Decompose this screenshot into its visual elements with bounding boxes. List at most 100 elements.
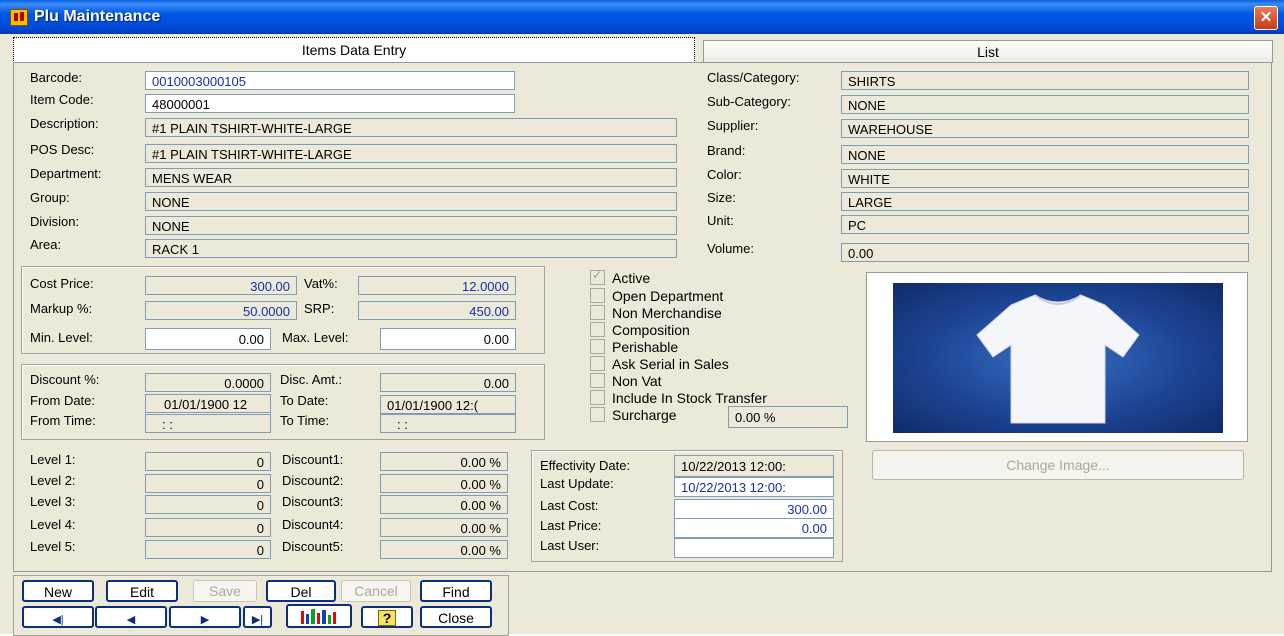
ask-serial-label: Ask Serial in Sales [612,356,729,372]
from-date-field[interactable]: 01/01/1900 12 [145,394,271,413]
first-record-button[interactable]: ◀| [22,606,94,628]
vat-field[interactable]: 12.0000 [358,276,516,295]
non-vat-label: Non Vat [612,373,662,389]
last-user-field[interactable] [674,538,834,558]
supplier-field[interactable]: WAREHOUSE [841,119,1249,138]
group-label: Group: [30,190,70,205]
last-cost-field[interactable]: 300.00 [674,499,834,519]
non-vat-checkbox[interactable]: Non Vat [590,373,662,390]
product-image-frame [866,272,1248,442]
level-5-field[interactable]: 0 [145,540,271,559]
discount-pct-label: Discount %: [30,372,100,387]
srp-field[interactable]: 450.00 [358,301,516,320]
brand-label: Brand: [707,143,746,158]
level-2-field[interactable]: 0 [145,474,271,493]
help-button[interactable]: ? [361,606,413,628]
discount-4-field[interactable]: 0.00 % [380,518,508,537]
discount-2-field[interactable]: 0.00 % [380,474,508,493]
size-field[interactable]: LARGE [841,192,1249,211]
barcode-input[interactable]: 0010003000105 [145,71,515,90]
class-category-field[interactable]: SHIRTS [841,71,1249,90]
brand-field[interactable]: NONE [841,145,1249,164]
edit-button[interactable]: Edit [106,580,178,602]
report-button[interactable] [286,604,352,628]
close-window-button[interactable]: ✕ [1254,6,1278,30]
save-button[interactable]: Save [193,580,257,602]
markup-field[interactable]: 50.0000 [145,301,297,320]
active-checkbox[interactable]: Active [590,268,650,287]
last-update-label: Last Update: [540,476,614,491]
sub-category-field[interactable]: NONE [841,95,1249,114]
next-record-button[interactable]: ▶ [169,606,241,628]
max-level-input[interactable]: 0.00 [380,328,516,350]
disc-amt-field[interactable]: 0.00 [380,373,516,392]
item-code-input[interactable]: 48000001 [145,94,515,113]
description-label: Description: [30,116,99,131]
title-bar[interactable]: Plu Maintenance ✕ [0,0,1284,34]
perishable-label: Perishable [612,339,679,355]
last-price-field[interactable]: 0.00 [674,518,834,538]
plu-maintenance-window: Plu Maintenance ✕ Items Data Entry List … [0,0,1284,636]
discount-5-label: Discount5: [282,539,344,554]
volume-label: Volume: [707,241,754,256]
from-time-field[interactable]: : : [145,414,271,433]
group-field[interactable]: NONE [145,192,677,211]
last-record-button[interactable]: ▶| [243,606,272,628]
perishable-checkbox[interactable]: Perishable [590,339,678,356]
last-update-field[interactable]: 10/22/2013 12:00: [674,477,834,497]
non-merchandise-checkbox[interactable]: Non Merchandise [590,305,722,322]
change-image-button[interactable]: Change Image... [872,450,1244,480]
close-button[interactable]: Close [420,606,492,628]
description-field[interactable]: #1 PLAIN TSHIRT-WHITE-LARGE [145,118,677,137]
volume-field[interactable]: 0.00 [841,243,1249,262]
last-record-icon: ▶| [251,614,264,626]
include-stock-transfer-checkbox[interactable]: Include In Stock Transfer [590,390,767,407]
disc-amt-label: Disc. Amt.: [280,372,343,387]
delete-button[interactable]: Del [266,580,336,602]
discount-5-field[interactable]: 0.00 % [380,540,508,559]
next-record-icon: ▶ [200,614,210,626]
discount-pct-field[interactable]: 0.0000 [145,373,271,392]
surcharge-checkbox[interactable]: Surcharge [590,407,677,424]
discount-3-field[interactable]: 0.00 % [380,495,508,514]
effectivity-date-field[interactable]: 10/22/2013 12:00: [674,455,834,477]
cost-price-field[interactable]: 300.00 [145,276,297,295]
discount-3-label: Discount3: [282,494,344,509]
sub-category-label: Sub-Category: [707,94,791,109]
open-department-checkbox[interactable]: Open Department [590,288,723,305]
cancel-button[interactable]: Cancel [341,580,411,602]
division-field[interactable]: NONE [145,216,677,235]
unit-field[interactable]: PC [841,215,1249,234]
level-5-label: Level 5: [30,539,76,554]
new-button[interactable]: New [22,580,94,602]
level-1-field[interactable]: 0 [145,452,271,471]
composition-label: Composition [612,322,690,338]
color-label: Color: [707,167,742,182]
level-3-field[interactable]: 0 [145,495,271,514]
to-time-field[interactable]: : : [380,414,516,433]
level-4-field[interactable]: 0 [145,518,271,537]
discount-1-field[interactable]: 0.00 % [380,452,508,471]
department-field[interactable]: MENS WEAR [145,168,677,187]
level-1-label: Level 1: [30,452,76,467]
include-stock-transfer-label: Include In Stock Transfer [612,390,767,406]
area-field[interactable]: RACK 1 [145,239,677,258]
tab-list[interactable]: List [703,40,1273,63]
surcharge-field[interactable]: 0.00 % [728,406,848,428]
pos-desc-field[interactable]: #1 PLAIN TSHIRT-WHITE-LARGE [145,144,677,163]
ask-serial-checkbox[interactable]: Ask Serial in Sales [590,356,729,373]
product-image [893,283,1223,433]
tshirt-icon [976,294,1140,424]
to-date-field[interactable]: 01/01/1900 12:( [380,395,516,414]
composition-checkbox[interactable]: Composition [590,322,690,339]
find-button[interactable]: Find [420,580,492,602]
min-level-input[interactable]: 0.00 [145,328,271,350]
item-code-label: Item Code: [30,92,94,107]
cost-price-label: Cost Price: [30,276,94,291]
tab-items-data-entry[interactable]: Items Data Entry [13,37,695,63]
srp-label: SRP: [304,301,335,316]
color-field[interactable]: WHITE [841,169,1249,188]
surcharge-label: Surcharge [612,407,677,423]
previous-record-button[interactable]: ◀ [95,606,167,628]
non-merchandise-label: Non Merchandise [612,305,722,321]
